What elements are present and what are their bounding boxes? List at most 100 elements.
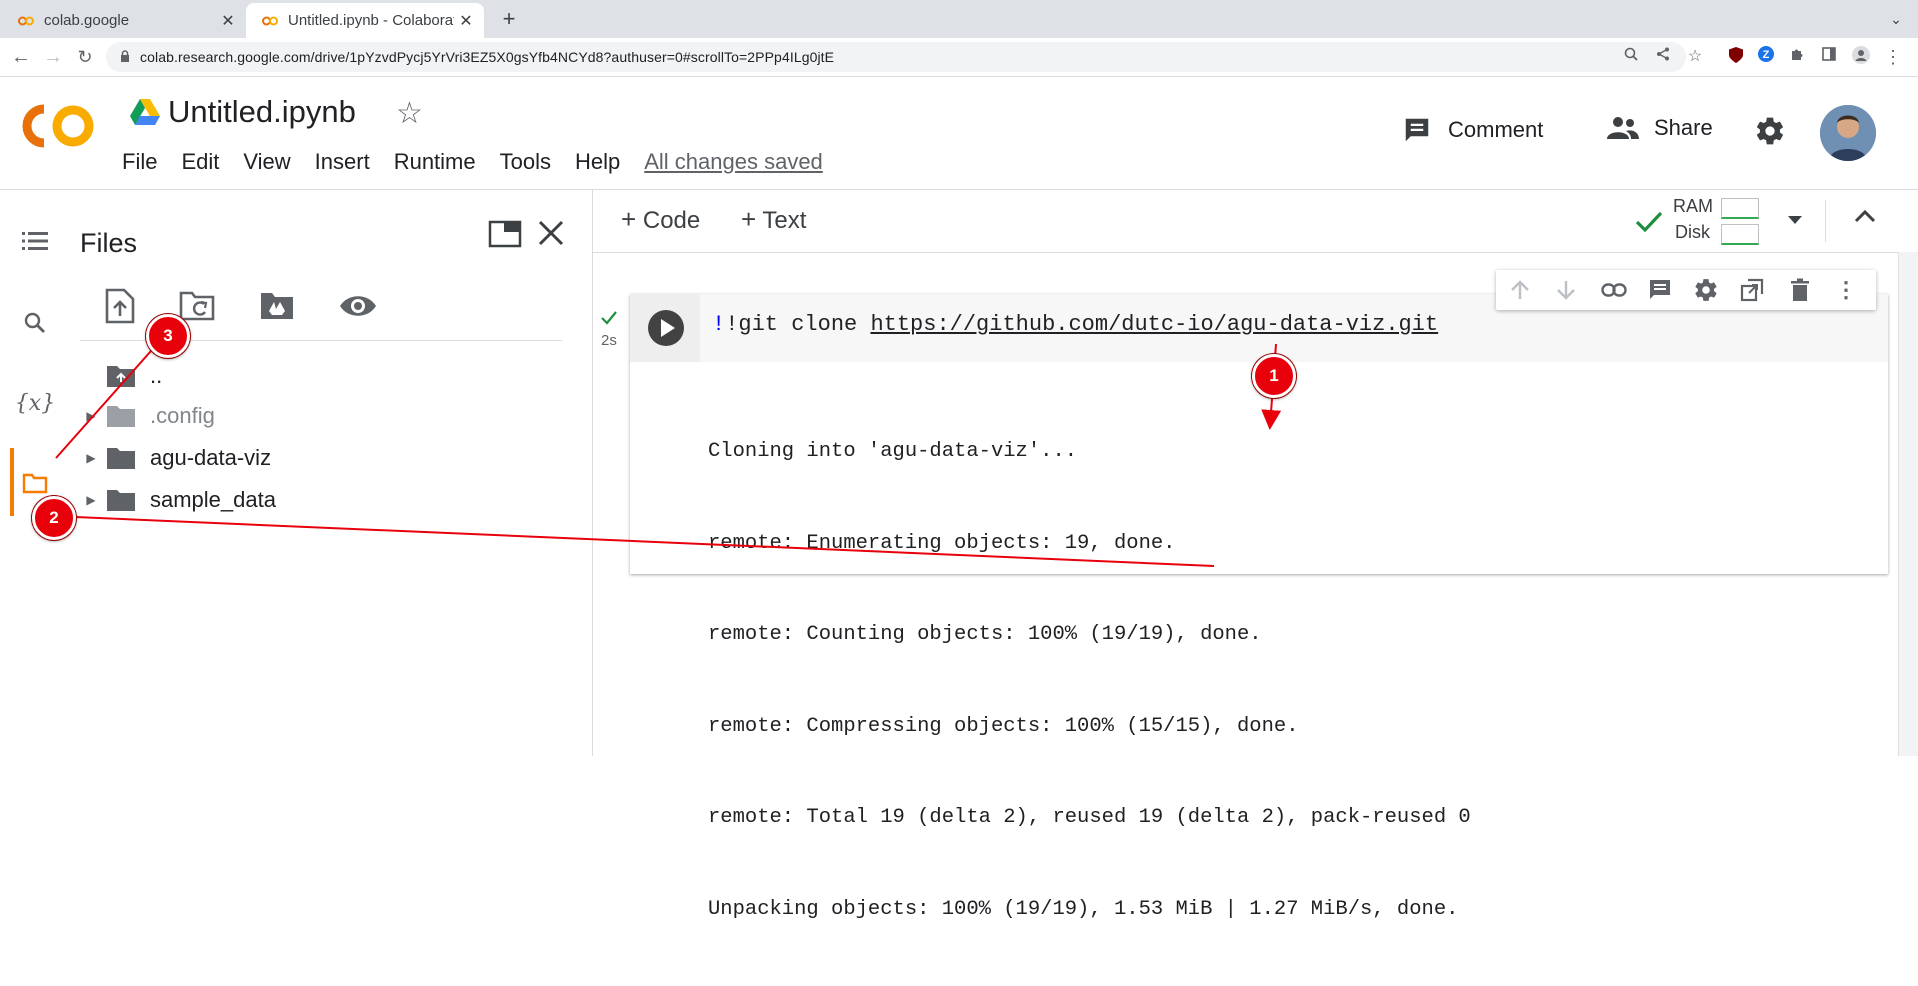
settings-gear-icon[interactable] (1754, 115, 1786, 152)
menu-file[interactable]: File (122, 149, 157, 175)
menu-runtime[interactable]: Runtime (394, 149, 476, 175)
menu-view[interactable]: View (243, 149, 290, 175)
plus-icon: + (621, 204, 637, 234)
menu-insert[interactable]: Insert (315, 149, 370, 175)
toolbar-divider (1825, 200, 1826, 242)
extensions-puzzle-icon[interactable] (1786, 46, 1808, 68)
colab-logo-icon[interactable] (22, 103, 96, 154)
active-tool-indicator (10, 448, 14, 516)
open-in-tab-icon[interactable] (488, 220, 522, 253)
resources-dropdown-icon[interactable] (1787, 212, 1803, 230)
connected-check-icon[interactable] (1635, 210, 1663, 239)
cell-more-options-icon[interactable]: ⋮ (1832, 276, 1860, 304)
shell-bang: ! (712, 312, 726, 337)
comment-button[interactable]: Comment (1402, 115, 1543, 145)
mount-drive-icon[interactable] (258, 286, 298, 326)
exec-time: 2s (601, 332, 617, 349)
variables-icon[interactable]: {x} (14, 382, 56, 424)
google-drive-icon[interactable] (130, 99, 160, 130)
delete-cell-trash-icon[interactable] (1786, 276, 1814, 304)
back-arrow-icon[interactable]: ← (8, 44, 34, 70)
url-text[interactable]: colab.research.google.com/drive/1pYzvdPy… (140, 49, 834, 65)
output-line: remote: Compressing objects: 100% (15/15… (708, 714, 1299, 738)
zotero-extension-icon[interactable]: Z (1755, 46, 1777, 68)
expand-arrow-icon[interactable]: ▶ (76, 493, 106, 507)
colab-favicon-icon (262, 13, 278, 29)
output-line: remote: Total 19 (delta 2), reused 19 (d… (708, 806, 1471, 829)
reload-icon[interactable]: ↻ (72, 44, 98, 70)
collapse-header-chevron-icon[interactable] (1853, 208, 1877, 229)
add-text-label: Text (762, 207, 807, 234)
browser-tab-colab-google[interactable]: colab.google ✕ (2, 3, 246, 38)
side-panel-icon[interactable] (1818, 46, 1840, 68)
code-command: !git clone (725, 312, 871, 337)
link-icon[interactable] (1600, 276, 1628, 304)
search-icon[interactable] (14, 302, 56, 344)
browser-menu-dots-icon[interactable]: ⋮ (1882, 46, 1904, 68)
menu-bar: File Edit View Insert Runtime Tools Help… (122, 149, 847, 175)
table-of-contents-icon[interactable] (14, 220, 56, 262)
output-line: remote: Enumerating objects: 19, done. (708, 531, 1176, 555)
browser-tab-untitled-notebook[interactable]: Untitled.ipynb - Colaborat ✕ (246, 3, 484, 38)
add-text-button[interactable]: + Text (741, 204, 806, 235)
star-icon[interactable]: ☆ (396, 96, 423, 131)
parent-folder-icon (106, 364, 138, 388)
notebook-title[interactable]: Untitled.ipynb (168, 94, 356, 130)
close-tab-icon[interactable]: ✕ (454, 11, 478, 31)
tab-search-chevron-icon[interactable]: ⌄ (1884, 6, 1908, 32)
save-status-link[interactable]: All changes saved (644, 149, 823, 175)
code-url-link[interactable]: https://github.com/dutc-io/agu-data-viz.… (870, 312, 1438, 337)
close-tab-icon[interactable]: ✕ (216, 11, 240, 31)
code-line[interactable]: !!git clone https://github.com/dutc-io/a… (712, 312, 1438, 337)
menu-tools[interactable]: Tools (500, 149, 551, 175)
file-name: .config (150, 403, 215, 428)
svg-text:Z: Z (1763, 49, 1770, 61)
close-panel-icon[interactable] (536, 218, 566, 253)
expand-arrow-icon[interactable]: ▶ (76, 409, 106, 423)
mirror-cell-icon[interactable] (1738, 276, 1766, 304)
folder-icon (106, 404, 138, 428)
comment-cell-icon[interactable] (1646, 276, 1674, 304)
upload-file-icon[interactable] (100, 286, 140, 326)
cell-settings-gear-icon[interactable] (1692, 276, 1720, 304)
add-code-button[interactable]: + Code (621, 204, 700, 235)
zoom-icon[interactable] (1620, 46, 1642, 68)
play-icon (648, 310, 684, 346)
comment-label: Comment (1448, 117, 1544, 142)
ram-usage-bar (1721, 198, 1759, 219)
move-cell-down-icon[interactable] (1552, 276, 1580, 304)
show-hidden-files-eye-icon[interactable] (338, 286, 378, 326)
tab-title: Untitled.ipynb - Colaborat (288, 12, 454, 29)
run-cell-button[interactable] (646, 308, 686, 353)
browser-toolbar: ← → ↻ colab.research.google.com/drive/1p… (0, 38, 1918, 77)
new-tab-plus-icon[interactable]: + (496, 6, 522, 32)
code-cell[interactable]: !!git clone https://github.com/dutc-io/a… (630, 294, 1888, 921)
expand-arrow-icon[interactable]: ▶ (76, 451, 106, 465)
ram-label: RAM (1673, 196, 1713, 216)
share-page-icon[interactable] (1652, 46, 1674, 68)
forward-arrow-icon[interactable]: → (40, 44, 66, 70)
share-button[interactable]: Share (1606, 115, 1713, 141)
move-cell-up-icon[interactable] (1506, 276, 1534, 304)
menu-edit[interactable]: Edit (181, 149, 219, 175)
colab-favicon-icon (18, 13, 34, 29)
profile-icon[interactable] (1850, 46, 1872, 68)
folder-icon (106, 488, 138, 512)
file-name: sample_data (150, 487, 276, 512)
ublock-extension-icon[interactable] (1725, 46, 1747, 68)
exec-success-check-icon (600, 310, 618, 331)
files-panel: Files .. ▶ .config ▶ agu-data-viz ▶ samp… (70, 190, 593, 756)
cell-toolbar: ⋮ (1496, 270, 1876, 310)
file-row-parent[interactable]: .. (70, 358, 162, 394)
bookmark-star-icon[interactable]: ☆ (1684, 46, 1706, 68)
file-row-agu-data-viz[interactable]: ▶ agu-data-viz (70, 440, 271, 476)
file-name: agu-data-viz (150, 445, 272, 470)
output-line: Cloning into 'agu-data-viz'... (708, 440, 1078, 463)
file-row-sample-data[interactable]: ▶ sample_data (70, 482, 276, 518)
plus-icon: + (741, 204, 757, 234)
lock-icon[interactable] (120, 50, 130, 65)
notebook-scrollbar[interactable] (1898, 252, 1918, 756)
file-row-config[interactable]: ▶ .config (70, 398, 215, 434)
user-avatar[interactable] (1820, 105, 1876, 161)
menu-help[interactable]: Help (575, 149, 620, 175)
